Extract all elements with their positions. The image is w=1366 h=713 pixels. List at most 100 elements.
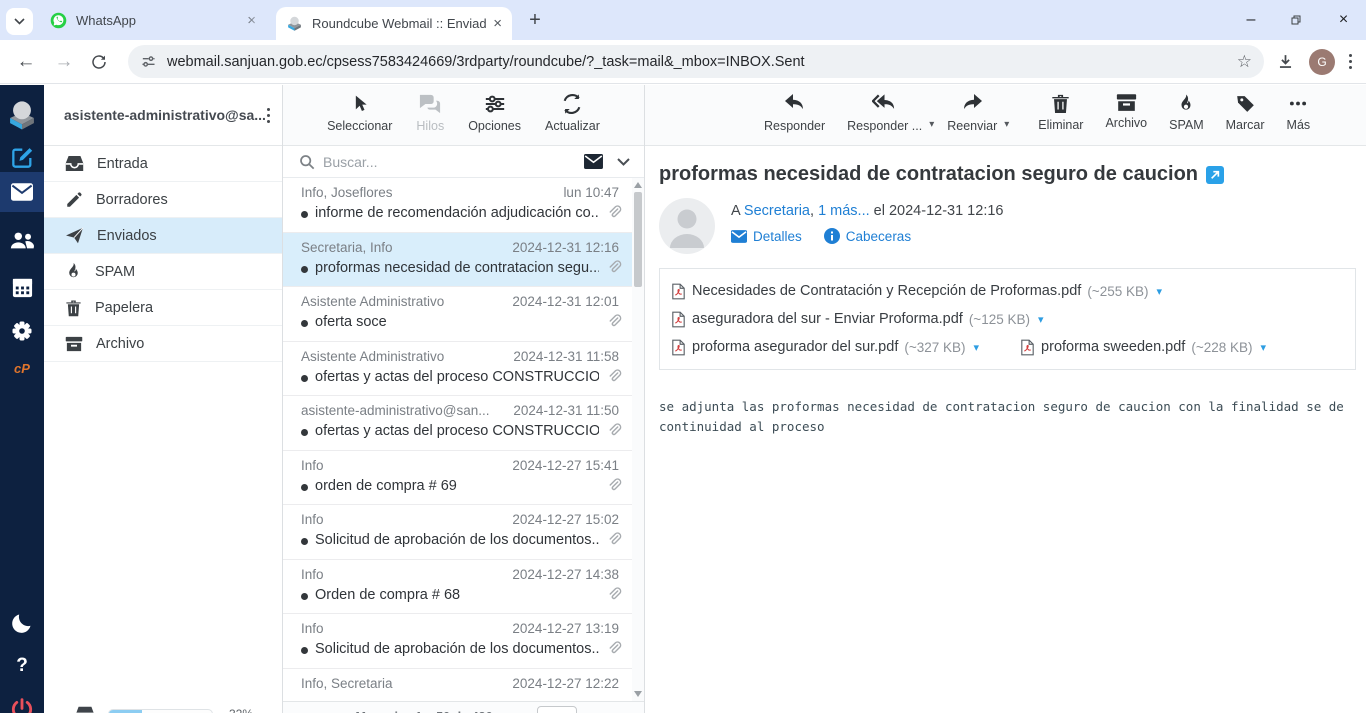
- folder-entrada[interactable]: Entrada: [44, 146, 282, 182]
- folder-label: SPAM: [95, 264, 135, 280]
- message-row[interactable]: Info2024-12-27 15:02 Solicitud de aproba…: [283, 505, 633, 560]
- tab-whatsapp[interactable]: WhatsApp ×: [40, 0, 266, 40]
- last-page-button[interactable]: »: [622, 707, 631, 713]
- site-settings-icon[interactable]: [140, 53, 157, 70]
- rail-cpanel-button[interactable]: cP: [0, 361, 44, 376]
- message-row[interactable]: Info, Josefloreslun 10:47 informe de rec…: [283, 178, 633, 233]
- message-row[interactable]: asistente-administrativo@san...2024-12-3…: [283, 396, 633, 451]
- paperclip-icon: [606, 586, 623, 603]
- next-page-button[interactable]: ›: [596, 707, 602, 713]
- message-row[interactable]: Info, Secretaria2024-12-27 12:22: [283, 669, 633, 702]
- back-button[interactable]: ←: [14, 51, 38, 73]
- rail-settings-button[interactable]: [0, 319, 44, 343]
- downloads-button[interactable]: [1276, 52, 1295, 71]
- attachment[interactable]: proforma sweeden.pdf (~228 KB) ▾: [1021, 339, 1266, 356]
- tag-icon: [1235, 93, 1256, 114]
- archive-button[interactable]: Archivo: [1094, 93, 1158, 145]
- scroll-up-arrow[interactable]: [634, 182, 642, 188]
- paperclip-icon: [606, 259, 623, 276]
- window-restore-button[interactable]: [1278, 0, 1314, 40]
- message-row[interactable]: Info2024-12-27 14:38 Orden de compra # 6…: [283, 560, 633, 615]
- rail-calendar-button[interactable]: [0, 276, 44, 299]
- search-scope-chevron-icon[interactable]: [617, 158, 630, 166]
- flame-icon: [1177, 93, 1195, 114]
- address-bar[interactable]: webmail.sanjuan.gob.ec/cpsess7583424669/…: [128, 45, 1264, 78]
- scroll-down-arrow[interactable]: [634, 691, 642, 697]
- select-button[interactable]: Seleccionar: [327, 93, 392, 145]
- paperclip-icon: [606, 640, 623, 657]
- paperclip-icon: [606, 422, 623, 439]
- storage-icon: [75, 706, 95, 713]
- close-tab-icon[interactable]: ×: [493, 16, 502, 31]
- mark-button[interactable]: Marcar: [1215, 93, 1276, 145]
- options-button[interactable]: Opciones: [468, 93, 521, 145]
- spam-button[interactable]: SPAM: [1158, 93, 1215, 145]
- prev-page-button[interactable]: ‹: [331, 707, 337, 713]
- refresh-button[interactable]: Actualizar: [545, 93, 600, 145]
- folder-borradores[interactable]: Borradores: [44, 182, 282, 218]
- page-number-input[interactable]: [537, 706, 577, 713]
- message-list-panel: Seleccionar Hilos Opciones Actualizar: [283, 85, 645, 713]
- help-button[interactable]: ?: [0, 655, 44, 677]
- logout-button[interactable]: [0, 697, 44, 713]
- list-scrollbar[interactable]: [632, 178, 644, 701]
- details-link[interactable]: Detalles: [753, 229, 802, 244]
- window-minimize-button[interactable]: –: [1233, 0, 1269, 40]
- rail-contacts-button[interactable]: [0, 229, 44, 251]
- attachment-menu-caret[interactable]: ▾: [1261, 341, 1267, 354]
- refresh-icon: [561, 93, 583, 115]
- flame-icon: [65, 262, 82, 281]
- message-row[interactable]: Info2024-12-27 15:41 orden de compra # 6…: [283, 451, 633, 506]
- header-actions: Detalles Cabeceras: [731, 228, 1003, 244]
- threads-button[interactable]: Hilos: [416, 93, 444, 145]
- download-icon: [1276, 52, 1295, 71]
- rail-mail-button-selected[interactable]: [0, 172, 44, 212]
- recipient-link[interactable]: Secretaria: [744, 203, 810, 219]
- window-close-button[interactable]: ×: [1321, 0, 1366, 40]
- message-envelope-icon[interactable]: [584, 154, 603, 169]
- attachment-menu-caret[interactable]: ▾: [1156, 285, 1162, 298]
- forward-button[interactable]: →: [52, 51, 76, 73]
- message-row[interactable]: Info2024-12-27 13:19 Solicitud de aproba…: [283, 614, 633, 669]
- forward-menu-caret[interactable]: ▾: [1004, 119, 1009, 130]
- search-input[interactable]: [323, 154, 584, 170]
- folder-archivo[interactable]: Archivo: [44, 326, 282, 362]
- browser-profile-avatar[interactable]: G: [1309, 49, 1335, 75]
- cursor-icon: [350, 93, 370, 115]
- attachment-menu-caret[interactable]: ▾: [974, 341, 980, 354]
- folder-papelera[interactable]: Papelera: [44, 290, 282, 326]
- new-tab-button[interactable]: +: [521, 6, 549, 34]
- tab-roundcube-active[interactable]: Roundcube Webmail :: Enviados ×: [276, 7, 512, 40]
- attachment[interactable]: proforma asegurador del sur.pdf (~327 KB…: [672, 339, 979, 356]
- browser-menu-button[interactable]: [1349, 54, 1352, 69]
- folder-spam[interactable]: SPAM: [44, 254, 282, 290]
- scrollbar-thumb[interactable]: [634, 192, 642, 287]
- message-row-selected[interactable]: Secretaria, Info2024-12-31 12:16 proform…: [283, 233, 633, 288]
- first-page-button[interactable]: «: [299, 707, 308, 713]
- attachment[interactable]: aseguradora del sur - Enviar Proforma.pd…: [672, 311, 1044, 328]
- folder-label: Borradores: [96, 192, 168, 208]
- attachment[interactable]: Necesidades de Contratación y Recepción …: [672, 283, 1162, 300]
- account-menu-button[interactable]: [267, 108, 270, 123]
- reply-button[interactable]: Responder: [753, 93, 836, 145]
- dark-mode-button[interactable]: [0, 611, 44, 635]
- roundcube-favicon: [286, 15, 303, 32]
- pdf-file-icon: [1021, 339, 1034, 356]
- delete-button[interactable]: Eliminar: [1027, 93, 1094, 145]
- reload-button[interactable]: [90, 53, 114, 71]
- tab-list-button[interactable]: [6, 8, 33, 35]
- more-recipients-link[interactable]: 1 más...: [818, 203, 870, 219]
- headers-link[interactable]: Cabeceras: [846, 229, 911, 244]
- forward-button[interactable]: Reenviar: [936, 93, 1008, 145]
- message-row[interactable]: Asistente Administrativo2024-12-31 12:01…: [283, 287, 633, 342]
- bookmark-star-icon[interactable]: ☆: [1237, 52, 1252, 72]
- app-rail: cP ?: [0, 85, 44, 713]
- reply-all-button[interactable]: Responder ...: [836, 93, 933, 145]
- more-button[interactable]: Más: [1276, 93, 1322, 145]
- compose-button[interactable]: [0, 145, 44, 170]
- open-in-new-icon[interactable]: [1206, 166, 1224, 184]
- reply-all-menu-caret[interactable]: ▾: [929, 119, 934, 130]
- folder-enviados-selected[interactable]: Enviados: [44, 218, 282, 254]
- attachment-menu-caret[interactable]: ▾: [1038, 313, 1044, 326]
- message-row[interactable]: Asistente Administrativo2024-12-31 11:58…: [283, 342, 633, 397]
